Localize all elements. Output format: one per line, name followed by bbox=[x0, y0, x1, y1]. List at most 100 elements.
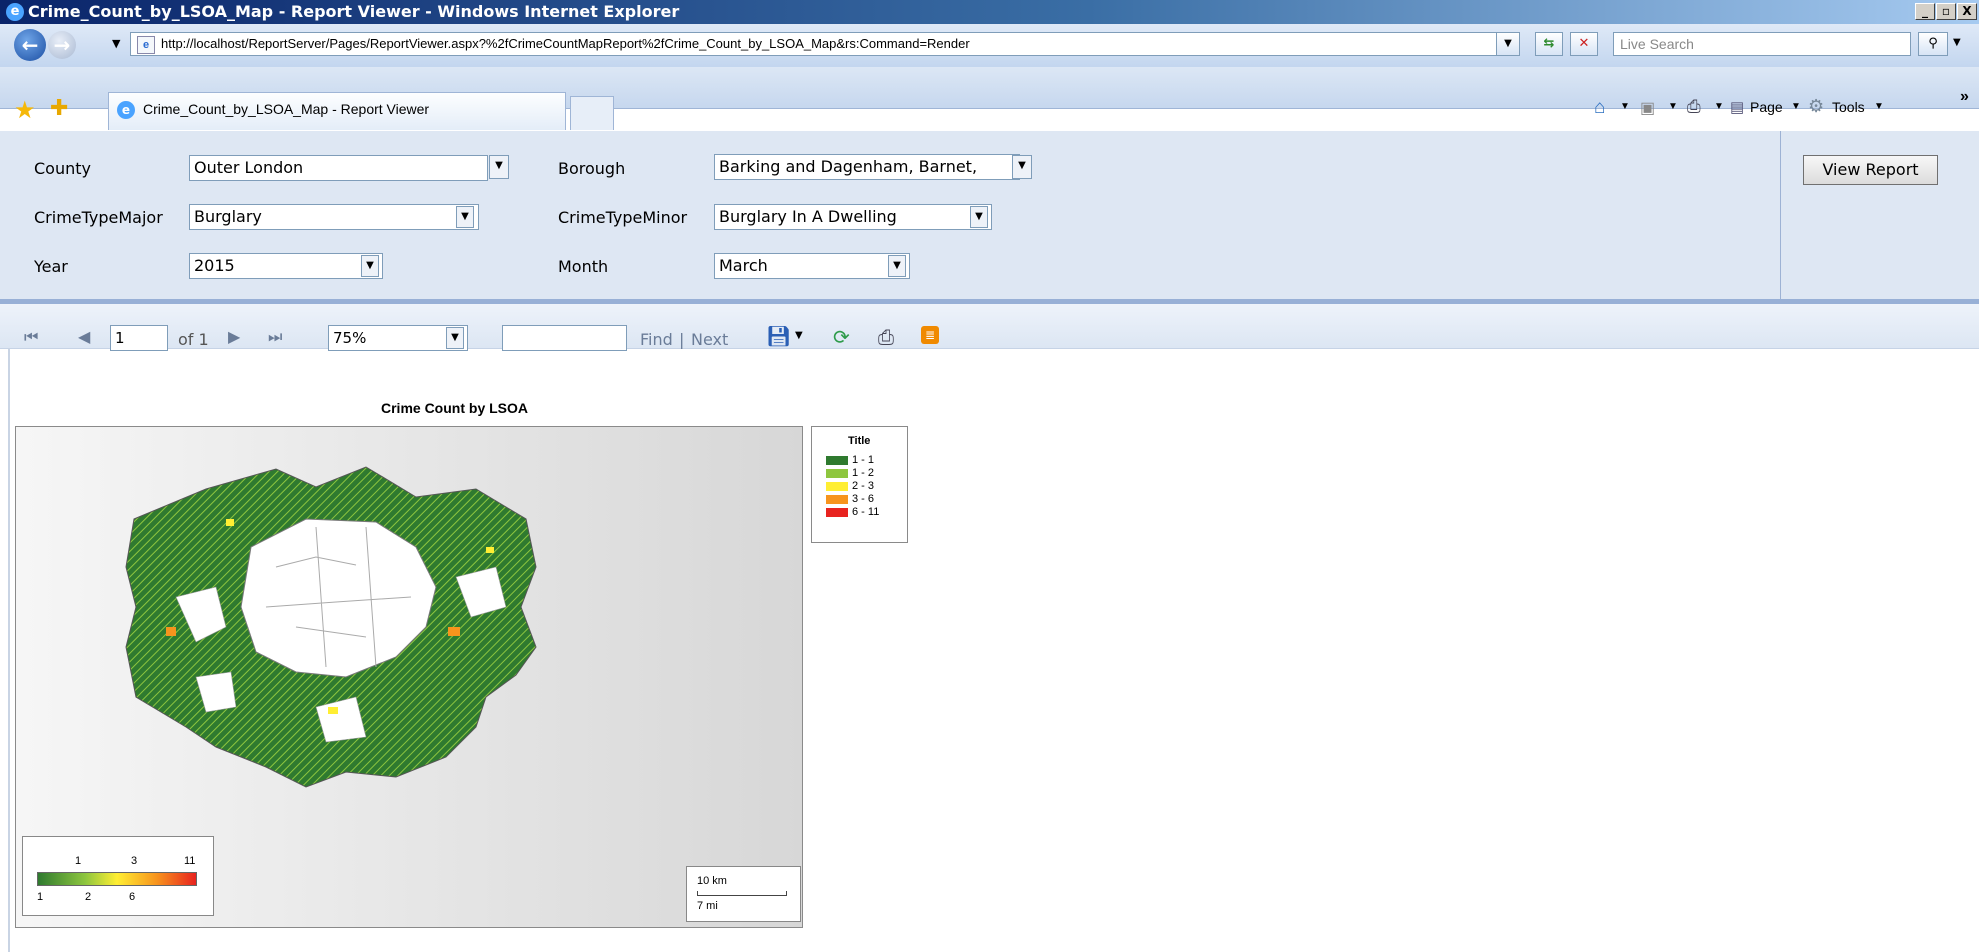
stop-icon[interactable]: ✕ bbox=[1570, 32, 1598, 56]
first-page-icon[interactable]: ⏮ bbox=[24, 327, 38, 347]
legend-item: 2 - 3 bbox=[826, 480, 874, 493]
legend-swatch bbox=[826, 494, 848, 504]
year-dropdown-icon[interactable]: ▼ bbox=[361, 255, 379, 277]
find-separator: | bbox=[679, 330, 685, 349]
refresh-icon[interactable]: ⇆ bbox=[1535, 32, 1563, 56]
zoom-dropdown-icon[interactable]: ▼ bbox=[446, 327, 464, 349]
url-dropdown-icon[interactable]: ▼ bbox=[1496, 32, 1520, 56]
feeds-icon[interactable]: ▣ bbox=[1640, 98, 1655, 118]
crime-type-minor-select[interactable]: Burglary In A Dwelling bbox=[714, 204, 992, 230]
legend-item: 3 - 6 bbox=[826, 493, 874, 506]
color-scale-bottom-label: 2 bbox=[85, 891, 92, 903]
atom-feed-icon[interactable]: ≣ bbox=[921, 326, 939, 344]
maximize-button[interactable]: ▫ bbox=[1936, 3, 1956, 20]
month-label: Month bbox=[558, 257, 609, 276]
county-label: County bbox=[34, 159, 91, 178]
divider bbox=[1780, 131, 1781, 299]
legend-title: Title bbox=[848, 435, 871, 447]
map-title: Crime Count by LSOA bbox=[381, 400, 529, 416]
tools-dropdown-icon[interactable]: ▼ bbox=[1874, 101, 1884, 112]
window-title-bar: e Crime_Count_by_LSOA_Map - Report Viewe… bbox=[0, 0, 1979, 24]
crime-type-minor-label: CrimeTypeMinor bbox=[558, 208, 688, 227]
print-icon[interactable]: ⎙ bbox=[1687, 97, 1701, 117]
previous-page-icon[interactable]: ◀ bbox=[78, 327, 90, 346]
export-save-icon[interactable]: 💾︎ bbox=[766, 324, 791, 348]
next-page-icon[interactable]: ▶ bbox=[228, 327, 240, 346]
minimize-button[interactable]: _ bbox=[1915, 3, 1935, 20]
feeds-dropdown-icon[interactable]: ▼ bbox=[1668, 101, 1678, 112]
report-left-border bbox=[8, 348, 10, 952]
month-select[interactable]: March bbox=[714, 253, 910, 279]
refresh-report-icon[interactable]: ⟳ bbox=[833, 325, 850, 349]
crime-type-major-label: CrimeTypeMajor bbox=[34, 208, 163, 227]
url-text: http://localhost/ReportServer/Pages/Repo… bbox=[161, 36, 970, 51]
page-dropdown-icon[interactable]: ▼ bbox=[1791, 101, 1801, 112]
forward-arrow-icon: → bbox=[53, 33, 71, 57]
print-report-icon[interactable]: ⎙ bbox=[878, 325, 894, 349]
page-icon: e bbox=[137, 36, 155, 54]
gear-icon: ⚙ bbox=[1808, 96, 1825, 116]
export-dropdown-icon[interactable]: ▼ bbox=[795, 330, 803, 341]
borough-select[interactable]: Barking and Dagenham, Barnet, bbox=[714, 154, 1020, 180]
page-menu-icon: ▤ bbox=[1730, 99, 1745, 116]
color-scale-bottom-label: 6 bbox=[129, 891, 136, 903]
last-page-icon[interactable]: ⏭ bbox=[268, 327, 282, 347]
print-dropdown-icon[interactable]: ▼ bbox=[1714, 101, 1724, 112]
search-options-icon[interactable]: ▼ bbox=[1953, 37, 1961, 48]
borough-dropdown-icon[interactable]: ▼ bbox=[1012, 155, 1032, 179]
legend-item: 1 - 1 bbox=[826, 454, 874, 467]
favorites-star-icon[interactable]: ★ bbox=[14, 96, 36, 124]
legend-item: 6 - 11 bbox=[826, 506, 879, 519]
window-title: Crime_Count_by_LSOA_Map - Report Viewer … bbox=[28, 2, 680, 21]
county-dropdown-icon[interactable]: ▼ bbox=[489, 155, 509, 179]
report-toolbar bbox=[0, 304, 1979, 349]
back-arrow-icon: ← bbox=[21, 33, 39, 57]
legend-swatch bbox=[826, 468, 848, 478]
find-input[interactable] bbox=[502, 325, 627, 351]
borough-label: Borough bbox=[558, 159, 626, 178]
tools-menu[interactable]: Tools bbox=[1832, 99, 1865, 115]
tab-report-viewer[interactable]: e Crime_Count_by_LSOA_Map - Report Viewe… bbox=[108, 92, 566, 130]
legend-swatch bbox=[826, 455, 848, 465]
new-tab-button[interactable] bbox=[570, 96, 614, 130]
find-link[interactable]: Find bbox=[640, 330, 673, 349]
home-icon[interactable]: ⌂ bbox=[1594, 97, 1605, 119]
county-select[interactable]: Outer London bbox=[189, 155, 488, 181]
tab-label: Crime_Count_by_LSOA_Map - Report Viewer bbox=[143, 101, 430, 117]
search-input[interactable]: Live Search bbox=[1613, 32, 1911, 56]
url-field[interactable]: e http://localhost/ReportServer/Pages/Re… bbox=[130, 32, 1498, 56]
color-scale-bar bbox=[37, 872, 197, 886]
scale-mi-label: 7 mi bbox=[697, 900, 718, 912]
ie-tab-icon: e bbox=[117, 101, 135, 119]
page-menu[interactable]: Page bbox=[1750, 99, 1783, 115]
month-dropdown-icon[interactable]: ▼ bbox=[888, 255, 906, 277]
view-report-button[interactable]: View Report bbox=[1803, 155, 1938, 185]
year-select[interactable]: 2015 bbox=[189, 253, 383, 279]
color-scale-top-label: 11 bbox=[184, 855, 196, 867]
year-label: Year bbox=[34, 257, 68, 276]
scale-line bbox=[697, 891, 787, 896]
search-icon[interactable]: ⚲ bbox=[1918, 32, 1948, 56]
color-scale-legend: 1 3 11 1 2 6 bbox=[22, 836, 214, 916]
color-scale-top-label: 3 bbox=[131, 855, 138, 867]
color-scale-bottom-label: 1 bbox=[37, 891, 44, 903]
back-button[interactable]: ← bbox=[14, 29, 46, 61]
crime-type-major-dropdown-icon[interactable]: ▼ bbox=[456, 206, 474, 228]
map-legend: Title 1 - 1 1 - 2 2 - 3 3 - 6 6 - 11 bbox=[811, 426, 908, 543]
page-number-input[interactable]: 1 bbox=[110, 325, 168, 351]
chevron-more-icon[interactable]: » bbox=[1960, 88, 1969, 106]
page-count-label: of 1 bbox=[178, 330, 209, 349]
crime-type-major-select[interactable]: Burglary bbox=[189, 204, 479, 230]
forward-button[interactable]: → bbox=[48, 31, 76, 59]
find-next-link[interactable]: Next bbox=[691, 330, 728, 349]
add-favorites-icon[interactable]: ✚ bbox=[50, 96, 68, 121]
legend-swatch bbox=[826, 481, 848, 491]
crime-type-minor-dropdown-icon[interactable]: ▼ bbox=[970, 206, 988, 228]
recent-pages-dropdown-icon[interactable]: ▼ bbox=[112, 37, 120, 50]
color-scale-top-label: 1 bbox=[75, 855, 82, 867]
home-dropdown-icon[interactable]: ▼ bbox=[1620, 101, 1630, 112]
close-button[interactable]: X bbox=[1957, 3, 1977, 20]
scale-km-label: 10 km bbox=[697, 875, 727, 887]
ie-logo-icon: e bbox=[6, 3, 24, 21]
legend-swatch bbox=[826, 507, 848, 517]
